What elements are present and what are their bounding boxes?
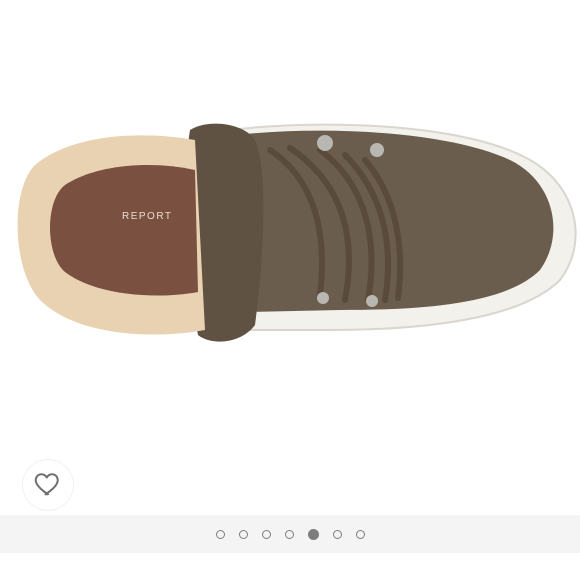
like-button[interactable] xyxy=(23,460,73,510)
carousel-dot[interactable] xyxy=(307,528,319,540)
heart-icon xyxy=(33,468,63,503)
bottom-strip xyxy=(0,553,580,580)
carousel-pagination xyxy=(0,515,580,553)
product-image[interactable]: REPORT xyxy=(0,0,580,515)
carousel-dot[interactable] xyxy=(238,529,248,539)
shoe-illustration: REPORT xyxy=(17,123,577,342)
carousel-dot[interactable] xyxy=(261,529,271,539)
carousel-dot[interactable] xyxy=(355,529,365,539)
carousel-dot[interactable] xyxy=(284,529,294,539)
carousel-dot[interactable] xyxy=(332,529,342,539)
carousel-dot[interactable] xyxy=(215,529,225,539)
insole-brand-text: REPORT xyxy=(122,211,173,222)
insole xyxy=(50,165,198,296)
